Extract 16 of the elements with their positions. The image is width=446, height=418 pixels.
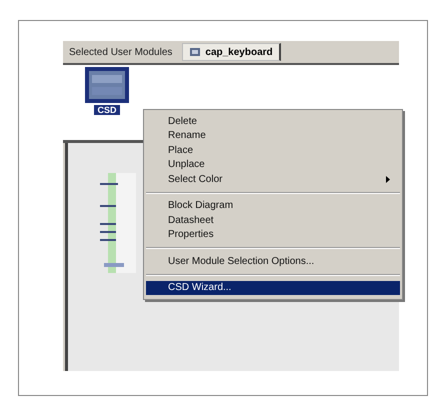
menu-item[interactable]: Rename xyxy=(146,128,400,143)
menu-item[interactable]: Block Diagram xyxy=(146,198,400,213)
menu-item[interactable]: Properties xyxy=(146,228,400,242)
menu-item[interactable]: Datasheet xyxy=(146,213,400,228)
chip-icon xyxy=(189,47,202,57)
panel-label: Selected User Modules xyxy=(69,46,172,58)
menu-item[interactable]: Place xyxy=(146,143,400,158)
module-icon[interactable] xyxy=(87,69,127,101)
submenu-arrow-icon xyxy=(386,176,390,183)
menu-item[interactable]: Select Color xyxy=(146,172,400,186)
menu-item[interactable]: CSD Wizard... xyxy=(146,280,400,295)
menu-item[interactable]: Delete xyxy=(146,114,400,128)
menu-item[interactable]: Unplace xyxy=(146,158,400,172)
module-label[interactable]: CSD xyxy=(94,105,120,115)
menu-item[interactable]: User Module Selection Options... xyxy=(146,254,400,268)
tab[interactable]: cap_keyboard xyxy=(182,43,281,61)
